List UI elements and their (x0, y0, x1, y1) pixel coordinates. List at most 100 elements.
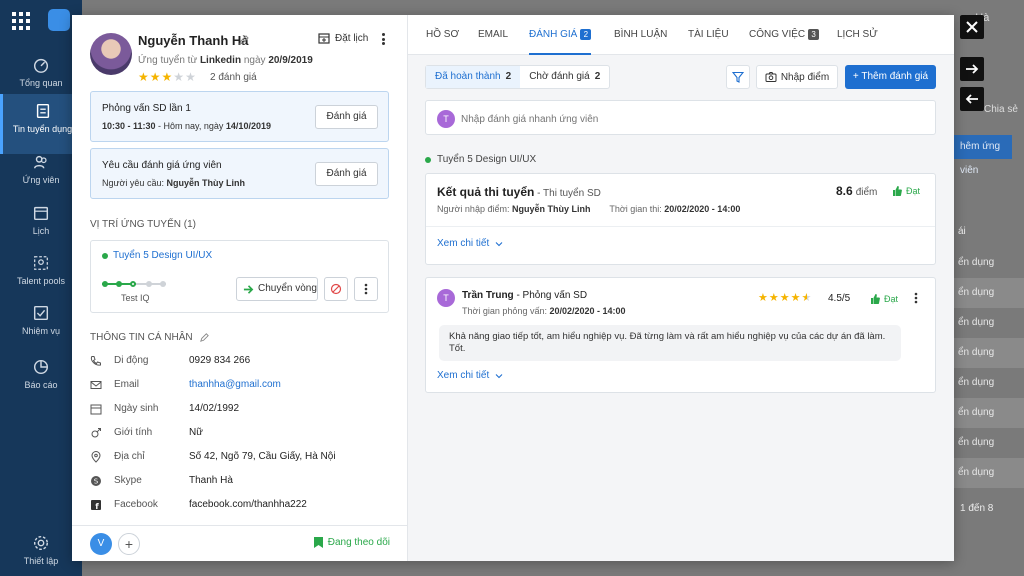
bookmark-icon (313, 537, 323, 548)
interview-card: Phỏng vấn SD lần 1 10:30 - 11:30 - Hôm n… (90, 91, 389, 142)
prev-candidate-button[interactable] (960, 87, 984, 111)
candidate-avatar (90, 33, 132, 75)
candidates-icon (33, 155, 47, 169)
tasks-icon (33, 305, 49, 321)
info-row-address: Địa chỉ Số 42, Ngõ 79, Cầu Giấy, Hà Nội (90, 448, 390, 468)
position-group-label: Tuyển 5 Design UI/UX (425, 154, 536, 165)
result-meta: Người nhập điểm: Nguyễn Thùy Linh Thời g… (437, 204, 741, 214)
report-icon (33, 359, 49, 375)
tab-bar: HỒ SƠ EMAIL ĐÁNH GIÁ 2 BÌNH LUẬN TÀI LIỆU… (408, 15, 954, 55)
star-half-icon: ★ (801, 292, 813, 304)
add-evaluation-button[interactable]: + Thêm đánh giá (845, 65, 936, 89)
tab-profile[interactable]: HỒ SƠ (426, 29, 459, 55)
result-details-link[interactable]: Xem chi tiết (437, 238, 503, 249)
result-title: Kết quả thi tuyển - Thi tuyển SD (437, 185, 601, 199)
star-icon: ★ (185, 70, 197, 84)
current-step-label: Test IQ (121, 293, 150, 303)
info-row-phone: Di động 0929 834 266 (90, 352, 390, 372)
evaluation-comment: Khả năng giao tiếp tốt, am hiểu nghiệp v… (439, 325, 901, 361)
star-icon: ★ (768, 292, 780, 304)
arrow-right-icon (243, 284, 254, 294)
user-avatar: T (437, 110, 455, 128)
apps-grid-icon[interactable] (12, 12, 30, 30)
app-logo (48, 9, 70, 31)
skype-icon: S (91, 476, 101, 486)
evaluation-details-link[interactable]: Xem chi tiết (437, 370, 503, 381)
tab-tasks[interactable]: CÔNG VIỆC 3 (749, 29, 820, 55)
evaluation-more-button[interactable] (914, 292, 918, 307)
jobs-icon (36, 103, 49, 119)
sidebar-item-tasks[interactable]: Nhiệm vụ (0, 296, 82, 356)
requester: Người yêu cầu: Nguyễn Thùy Linh (102, 178, 245, 188)
info-row-email: Email thanhha@gmail.com (90, 376, 390, 396)
star-icon: ★ (161, 70, 174, 84)
position-link[interactable]: Tuyển 5 Design UI/UX (102, 250, 212, 261)
settings-icon (33, 535, 49, 551)
status-dot (102, 252, 108, 259)
mail-icon (90, 381, 102, 389)
evaluate-request-button[interactable]: Đánh giá (315, 162, 378, 186)
following-toggle[interactable]: Đang theo dõi (313, 537, 390, 548)
reject-button[interactable] (324, 277, 348, 301)
edit-pencil-icon[interactable] (238, 34, 250, 46)
sidebar-item-settings[interactable]: Thiết lập (0, 526, 82, 576)
dashboard-icon (33, 58, 49, 73)
more-vertical-icon (914, 292, 918, 304)
star-icon: ★ (173, 70, 186, 84)
calendar-icon (90, 404, 102, 415)
evaluate-interview-button[interactable]: Đánh giá (315, 105, 378, 129)
tab-history[interactable]: LỊCH SỬ (837, 29, 878, 55)
pipeline-steps (102, 281, 172, 287)
next-candidate-button[interactable] (960, 57, 984, 81)
table-row: ển dụng (954, 278, 1024, 308)
add-candidate-button-partial[interactable]: hêm ứng viên (954, 135, 1012, 176)
candidate-rating-stars: ★★★★★ (138, 70, 197, 84)
pass-status: Đạt (870, 294, 898, 304)
info-row-skype: S Skype Thanh Hà (90, 472, 390, 492)
quick-evaluation-input[interactable] (461, 110, 911, 128)
result-score: 8.6 điểm (836, 184, 878, 198)
reviewer-avatar: T (437, 289, 455, 307)
schedule-button[interactable]: Đặt lịch (318, 32, 368, 44)
candidate-profile-panel: Nguyễn Thanh Hà Ứng tuyển từ Linkedin ng… (72, 15, 408, 561)
thumbs-up-icon (871, 294, 880, 304)
tab-evaluation[interactable]: ĐÁNH GIÁ 2 (529, 29, 592, 55)
move-stage-button[interactable]: Chuyển vòng (236, 277, 318, 301)
table-row: ển dụng (958, 377, 995, 388)
filter-pending[interactable]: Chờ đánh giá 2 (520, 66, 609, 88)
evaluation-request-card: Yêu cầu đánh giá ứng viên Người yêu cầu:… (90, 148, 389, 199)
email-link[interactable]: thanhha@gmail.com (189, 379, 281, 390)
table-row: ển dụng (958, 437, 995, 448)
personal-section-title: THÔNG TIN CÁ NHÂN (90, 332, 210, 343)
tab-documents[interactable]: TÀI LIỆU (688, 29, 729, 55)
star-icon: ★ (758, 292, 769, 304)
edit-pencil-icon[interactable] (199, 332, 210, 343)
tab-email[interactable]: EMAIL (478, 29, 508, 55)
import-score-button[interactable]: Nhập điểm (756, 65, 838, 89)
tab-badge: 2 (580, 29, 592, 40)
calendar-icon (318, 33, 330, 44)
candidate-modal: Nguyễn Thanh Hà Ứng tuyển từ Linkedin ng… (72, 15, 954, 561)
filter-button[interactable] (726, 65, 750, 89)
evaluation-filter: Đã hoàn thành 2 Chờ đánh giá 2 (425, 65, 611, 89)
more-options-icon[interactable] (378, 31, 388, 47)
profile-footer: V + Đang theo dõi (72, 525, 407, 561)
location-icon (91, 451, 101, 463)
pager-partial: 1 đến 8 (960, 503, 994, 514)
sidebar-item-reports[interactable]: Báo cáo (0, 350, 82, 410)
position-more-button[interactable] (354, 277, 378, 301)
reviewer-name: Trần Trung - Phỏng vấn SD (462, 290, 588, 301)
add-follower-button[interactable]: + (118, 533, 140, 555)
info-row-gender: Giới tính Nữ (90, 424, 390, 444)
arrow-left-icon (965, 94, 978, 104)
filter-completed[interactable]: Đã hoàn thành 2 (426, 66, 521, 88)
interview-time: 10:30 - 11:30 - Hôm nay, ngày 14/10/2019 (102, 121, 271, 131)
evaluation-card: T Trần Trung - Phỏng vấn SD Thời gian ph… (425, 277, 936, 393)
interview-title: Phỏng vấn SD lần 1 (102, 103, 191, 114)
evaluation-stars: ★★★★★ (758, 291, 812, 304)
exam-result-card: Kết quả thi tuyển - Thi tuyển SD Người n… (425, 173, 936, 265)
tab-comments[interactable]: BÌNH LUẬN (614, 29, 667, 55)
share-partial: Chia sẻ (984, 104, 1018, 115)
close-modal-button[interactable] (960, 15, 984, 39)
star-icon: ★ (779, 292, 791, 304)
